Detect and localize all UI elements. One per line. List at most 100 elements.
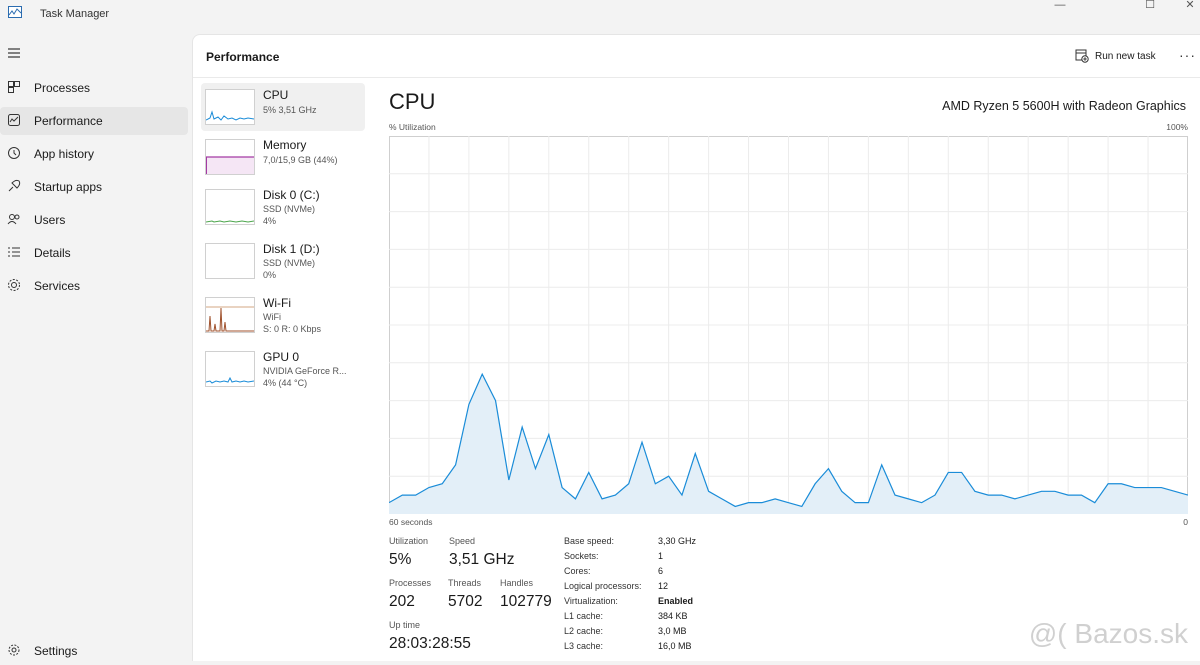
- spec-key: L3 cache:: [564, 641, 604, 651]
- y-axis-max-label: 100%: [1166, 122, 1188, 132]
- device-gpu-0[interactable]: GPU 0 NVIDIA GeForce R... 4% (44 °C): [201, 345, 365, 393]
- more-options-button[interactable]: ···: [1179, 47, 1196, 63]
- page-header: Performance Run new task ···: [193, 35, 1200, 78]
- spec-value: 12: [658, 581, 669, 591]
- device-detail: SSD (NVMe): [263, 258, 316, 268]
- sidebar-item-app-history[interactable]: App history: [0, 140, 188, 168]
- device-usage: 4%: [263, 216, 277, 226]
- app-title: Task Manager: [40, 8, 110, 20]
- device-disk-0[interactable]: Disk 0 (C:) SSD (NVMe) 4%: [201, 183, 365, 231]
- spec-key: Cores:: [564, 566, 591, 576]
- spec-value: 3,0 MB: [658, 626, 687, 636]
- details-icon: [8, 247, 20, 257]
- utilization-value: 5%: [389, 551, 412, 568]
- spec-value: 6: [658, 566, 664, 576]
- sidebar-item-performance[interactable]: Performance: [0, 107, 188, 135]
- handles-value: 102779: [500, 593, 552, 610]
- device-name: GPU 0: [263, 350, 300, 364]
- watermark: @( Bazos.sk: [1028, 618, 1188, 649]
- device-detail: 5% 3,51 GHz: [263, 105, 317, 115]
- title-bar: Task Manager — ☐ ✕: [0, 0, 1200, 34]
- spec-value: Enabled: [658, 596, 694, 606]
- run-task-icon: [1075, 49, 1089, 63]
- hamburger-menu-icon[interactable]: [6, 46, 22, 60]
- disk1-thumbnail-graph: [205, 243, 255, 279]
- device-detail: NVIDIA GeForce R...: [263, 366, 347, 376]
- device-usage: 0%: [263, 270, 277, 280]
- sidebar-item-startup-apps[interactable]: Startup apps: [0, 173, 188, 201]
- device-name: Memory: [263, 138, 307, 152]
- sidebar: Processes Performance App history Startu…: [0, 34, 192, 660]
- device-detail: WiFi: [263, 312, 281, 322]
- threads-label: Threads: [448, 578, 482, 588]
- spec-key: L1 cache:: [564, 611, 604, 621]
- app-history-icon: [8, 147, 20, 159]
- sidebar-item-label: Performance: [34, 114, 103, 128]
- minimize-button[interactable]: —: [1042, 0, 1078, 14]
- cpu-thumbnail-graph: [205, 89, 255, 125]
- uptime-label: Up time: [389, 620, 421, 630]
- device-name: Disk 1 (D:): [263, 242, 320, 256]
- maximize-button[interactable]: ☐: [1132, 0, 1168, 14]
- spec-key: L2 cache:: [564, 626, 604, 636]
- y-axis-label: % Utilization: [389, 122, 436, 132]
- performance-icon: [8, 114, 20, 126]
- services-icon: [8, 279, 20, 291]
- device-name: Wi-Fi: [263, 296, 291, 310]
- sidebar-item-settings[interactable]: Settings: [0, 637, 188, 665]
- sidebar-item-processes[interactable]: Processes: [0, 74, 188, 102]
- sidebar-item-label: Details: [34, 246, 71, 260]
- task-manager-icon: [8, 6, 22, 18]
- gear-icon: [8, 644, 20, 656]
- sidebar-item-label: App history: [34, 147, 95, 161]
- device-name: Disk 0 (C:): [263, 188, 320, 202]
- spec-value: 16,0 MB: [658, 641, 692, 651]
- device-wifi[interactable]: Wi-Fi WiFi S: 0 R: 0 Kbps: [201, 291, 365, 339]
- users-icon: [7, 214, 20, 225]
- device-detail: 7,0/15,9 GB (44%): [263, 155, 338, 165]
- device-usage: 4% (44 °C): [263, 378, 308, 388]
- spec-key: Logical processors:: [564, 581, 642, 591]
- uptime-value: 28:03:28:55: [389, 635, 471, 652]
- sidebar-item-services[interactable]: Services: [0, 272, 188, 300]
- processes-value: 202: [389, 593, 415, 610]
- sidebar-item-users[interactable]: Users: [0, 206, 188, 234]
- memory-thumbnail-graph: [205, 139, 255, 175]
- startup-apps-icon: [8, 179, 21, 192]
- handles-label: Handles: [500, 578, 534, 588]
- detail-title: CPU: [389, 89, 436, 114]
- page-title: Performance: [206, 50, 280, 64]
- device-cpu[interactable]: CPU 5% 3,51 GHz: [201, 83, 365, 131]
- gpu-thumbnail-graph: [205, 351, 255, 387]
- device-name: CPU: [263, 88, 289, 102]
- device-disk-1[interactable]: Disk 1 (D:) SSD (NVMe) 0%: [201, 237, 365, 285]
- spec-value: 384 KB: [658, 611, 688, 621]
- sidebar-item-label: Processes: [34, 81, 91, 95]
- spec-key: Virtualization:: [564, 596, 618, 606]
- cpu-utilization-graph: [389, 136, 1188, 514]
- disk0-thumbnail-graph: [205, 189, 255, 225]
- wifi-thumbnail-graph: [205, 297, 255, 333]
- utilization-label: Utilization: [389, 536, 429, 546]
- main-panel: Performance Run new task ··· CPU 5% 3,51…: [192, 34, 1200, 661]
- speed-value: 3,51 GHz: [449, 551, 515, 568]
- x-axis-end-label: 0: [1183, 517, 1188, 527]
- sidebar-item-label: Settings: [34, 644, 78, 658]
- spec-value: 3,30 GHz: [658, 536, 697, 546]
- sidebar-item-label: Services: [34, 279, 81, 293]
- spec-key: Base speed:: [564, 536, 615, 546]
- processes-icon: [8, 81, 20, 93]
- processes-label: Processes: [389, 578, 432, 588]
- cpu-model-name: AMD Ryzen 5 5600H with Radeon Graphics: [942, 99, 1186, 113]
- close-button[interactable]: ✕: [1172, 0, 1200, 14]
- sidebar-item-label: Startup apps: [34, 180, 103, 194]
- device-throughput: S: 0 R: 0 Kbps: [263, 324, 322, 334]
- spec-value: 1: [658, 551, 664, 561]
- device-detail: SSD (NVMe): [263, 204, 316, 214]
- x-axis-start-label: 60 seconds: [389, 517, 433, 527]
- run-new-task-label: Run new task: [1095, 51, 1156, 62]
- device-memory[interactable]: Memory 7,0/15,9 GB (44%): [201, 133, 365, 181]
- sidebar-item-label: Users: [34, 213, 66, 227]
- sidebar-item-details[interactable]: Details: [0, 239, 188, 267]
- threads-value: 5702: [448, 593, 483, 610]
